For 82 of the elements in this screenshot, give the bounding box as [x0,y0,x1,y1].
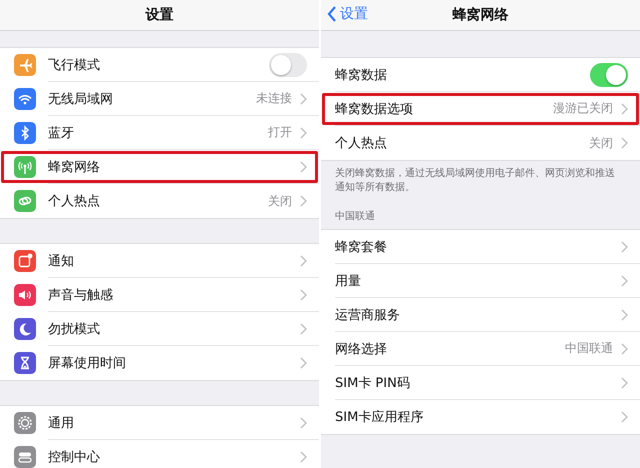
row-label: 蜂窝数据选项 [335,100,414,118]
back-button[interactable]: 设置 [327,5,368,23]
chevron-icon [621,137,628,149]
settings-row[interactable]: 声音与触感 [0,278,319,312]
antenna-icon [14,156,36,178]
settings-row[interactable]: SIM卡 PIN码 [321,366,640,400]
row-value: 关闭 [589,134,613,152]
chevron-icon [300,126,307,138]
row-label: 飞行模式 [48,56,101,74]
settings-row[interactable]: SIM卡应用程序 [321,400,640,434]
row-value: 未连接 [256,90,292,107]
link-icon [14,190,36,212]
row-label: 通用 [48,414,75,432]
row-label: 蜂窝套餐 [335,238,388,256]
settings-row[interactable]: 通用 [0,406,319,440]
bluetooth-icon [14,122,36,144]
chevron-icon [300,288,307,300]
row-label: SIM卡应用程序 [335,409,424,426]
chevron-icon [300,322,307,334]
row-label: 声音与触感 [48,286,114,304]
notification-icon [14,250,36,272]
row-label: SIM卡 PIN码 [335,374,411,392]
settings-row[interactable]: 蓝牙 打开 [0,116,319,150]
row-label: 网络选择 [335,340,388,358]
chevron-icon [300,195,307,207]
chevron-icon [300,160,307,172]
settings-row[interactable]: 无线局域网 未连接 [0,82,319,116]
airplane-icon [14,54,36,76]
row-label: 蜂窝数据 [335,66,388,84]
settings-row[interactable]: 用量 [321,264,640,298]
row-value: 中国联通 [565,340,613,357]
chevron-icon [621,376,628,388]
gear-icon [14,412,36,434]
wifi-icon [14,88,36,110]
settings-row[interactable]: 屏幕使用时间 [0,346,319,380]
settings-row[interactable]: 飞行模式 [0,48,319,82]
row-value: 漫游已关闭 [553,100,613,117]
row-label: 个人热点 [335,135,388,152]
chevron-icon [621,308,628,320]
chevron-icon [621,274,628,286]
row-value: 打开 [268,124,292,141]
chevron-icon [300,451,307,463]
chevron-icon [300,254,307,266]
row-label: 个人热点 [48,193,101,210]
row-label: 运营商服务 [335,306,401,324]
section-header: 中国联通 [334,210,376,224]
speaker-icon [14,284,36,306]
row-label: 通知 [48,252,75,270]
settings-row[interactable]: 蜂窝套餐 [321,230,640,264]
back-chevron-icon [327,6,337,22]
row-label: 用量 [335,272,362,290]
settings-row[interactable]: 网络选择 中国联通 [321,332,640,366]
hourglass-icon [14,352,36,374]
row-label: 勿扰模式 [48,320,101,338]
toggle-switch[interactable] [269,52,307,76]
settings-row[interactable]: 蜂窝数据 [321,58,640,92]
settings-row[interactable]: 勿扰模式 [0,312,319,346]
chevron-icon [300,357,307,369]
toggle-switch[interactable] [590,62,628,86]
chevron-icon [621,240,628,252]
chevron-icon [621,342,628,354]
settings-row[interactable]: 运营商服务 [321,298,640,332]
screen-title: 设置 [146,6,174,24]
row-value: 关闭 [268,192,292,210]
footer-note: 关闭蜂窝数据，通过无线局域网使用电子邮件、网页浏览和推送通知等所有数据。 [334,167,616,195]
settings-row[interactable]: 通知 [0,244,319,278]
settings-row[interactable]: 个人热点 关闭 [321,126,640,160]
moon-icon [14,318,36,340]
row-label: 屏幕使用时间 [48,355,127,372]
row-label: 控制中心 [48,449,101,466]
settings-row[interactable]: 控制中心 [0,440,319,468]
row-label: 蜂窝网络 [48,158,101,176]
chevron-icon [621,102,628,114]
screen-title: 蜂窝网络 [452,6,508,24]
row-label: 蓝牙 [48,124,75,142]
settings-row[interactable]: 蜂窝数据选项 漫游已关闭 [321,92,640,126]
chevron-icon [300,92,307,104]
settings-row[interactable]: 个人热点 关闭 [0,184,319,218]
row-label: 无线局域网 [48,90,114,108]
settings-row[interactable]: 蜂窝网络 [0,150,319,184]
chevron-icon [300,416,307,428]
chevron-icon [621,411,628,423]
